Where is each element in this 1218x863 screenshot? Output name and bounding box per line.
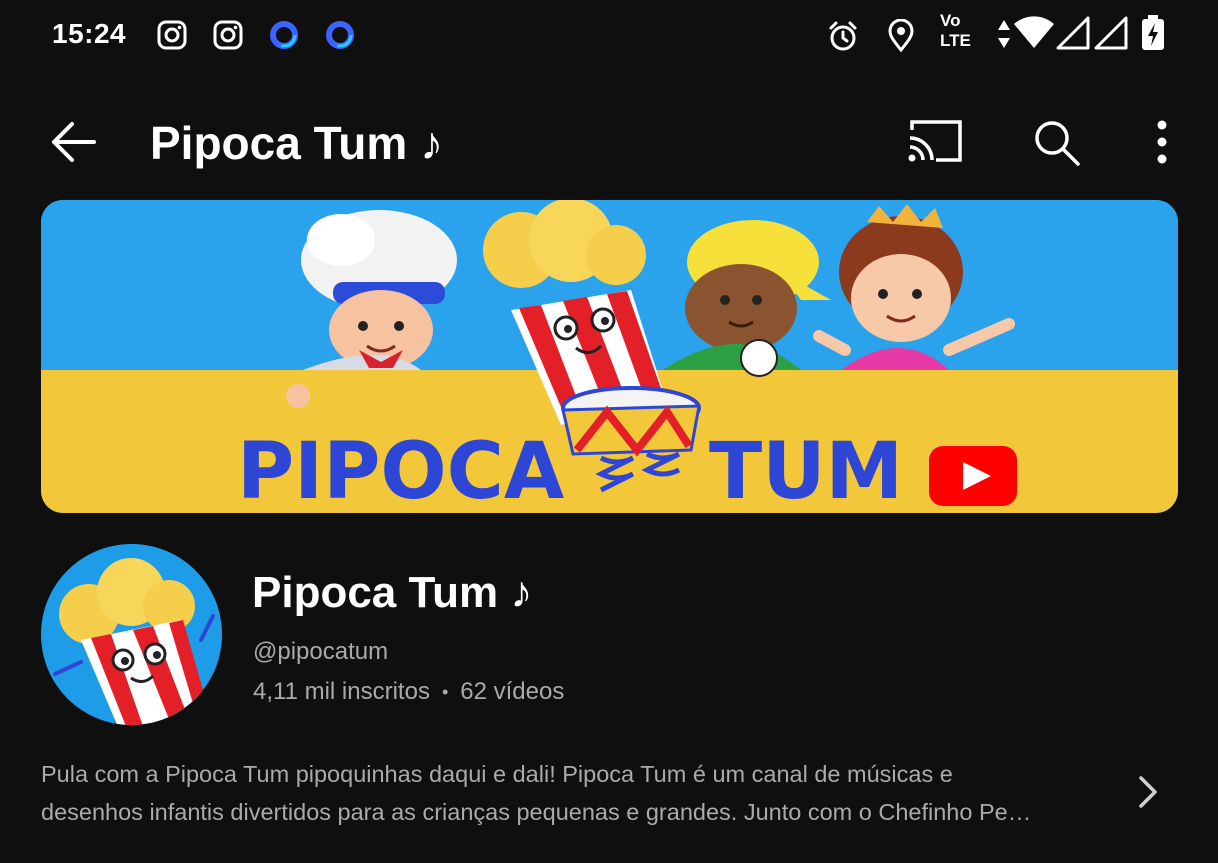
- search-icon: [1035, 121, 1080, 166]
- cast-button[interactable]: [904, 116, 966, 166]
- channel-handle: @pipocatum: [253, 638, 389, 665]
- wifi-icon: [1012, 16, 1056, 50]
- search-button[interactable]: [1028, 114, 1086, 170]
- channel-banner[interactable]: PIPOCA TUM: [41, 200, 1178, 513]
- avatar-popcorn-image: [41, 544, 222, 725]
- volte-label-bottom: LTE: [940, 31, 971, 50]
- channel-description[interactable]: Pula com a Pipoca Tum pipoquinhas daqui …: [41, 755, 1121, 831]
- volte-label-top: Vo: [940, 11, 961, 30]
- more-options-button[interactable]: [1140, 114, 1184, 170]
- arrow-back-icon: [52, 122, 96, 162]
- banner-logo-right: TUM: [709, 427, 903, 513]
- instagram-icon: [156, 19, 188, 51]
- video-count: 62 vídeos: [460, 678, 565, 705]
- status-time: 15:24: [52, 18, 127, 49]
- back-button[interactable]: [44, 114, 102, 170]
- description-expand-button[interactable]: [1134, 772, 1162, 812]
- more-vertical-icon: [1157, 120, 1167, 164]
- page-title: Pipoca Tum ♪: [150, 117, 444, 169]
- subscriber-count: 4,11 mil inscritos: [253, 678, 430, 705]
- channel-avatar[interactable]: [41, 544, 222, 725]
- alarm-icon: [826, 19, 860, 53]
- battery-charging-icon: [1140, 14, 1166, 52]
- data-arrows-icon: [996, 18, 1012, 50]
- cell-signal-icon: [1094, 16, 1130, 50]
- description-line: Pula com a Pipoca Tum pipoquinhas daqui …: [41, 761, 953, 787]
- channel-stats: 4,11 mil inscritos • 62 vídeos: [253, 678, 564, 706]
- volte-icon: Vo LTE: [940, 12, 984, 52]
- circle-app-icon: [324, 19, 356, 51]
- status-bar: 15:24 Vo LTE: [0, 0, 1218, 72]
- description-line: desenhos infantis divertidos para as cri…: [41, 799, 1032, 825]
- instagram-icon: [212, 19, 244, 51]
- chevron-right-icon: [1139, 776, 1157, 808]
- cast-icon: [908, 120, 962, 162]
- circle-app-icon: [268, 19, 300, 51]
- app-bar: Pipoca Tum ♪: [0, 96, 1218, 188]
- cell-signal-icon: [1056, 16, 1092, 50]
- youtube-logo-icon: [929, 446, 1017, 506]
- stats-separator: •: [441, 681, 449, 702]
- banner-illustration: PIPOCA TUM: [41, 200, 1178, 513]
- banner-logo-left: PIPOCA: [237, 427, 564, 513]
- location-icon: [886, 19, 916, 53]
- channel-name: Pipoca Tum ♪: [252, 568, 533, 617]
